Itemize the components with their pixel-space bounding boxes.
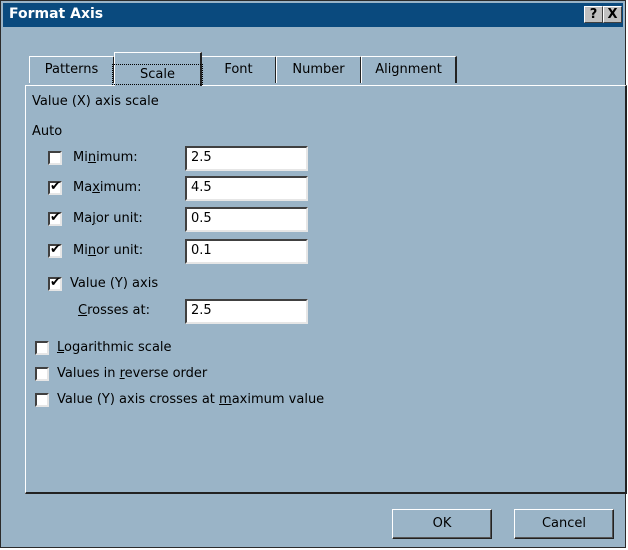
minimum-auto-checkbox[interactable] [48,151,62,165]
max-cross-label: Value (Y) axis crosses at maximum value [57,392,325,407]
title-bar[interactable]: Format Axis ? X [3,3,623,27]
section-heading: Value (X) axis scale [32,94,159,109]
auto-label: Auto [32,124,63,139]
tab-patterns-label: Patterns [44,62,99,77]
help-button[interactable]: ? [584,6,603,23]
tab-alignment-label: Alignment [375,62,442,77]
reverse-order-checkbox[interactable] [35,367,49,381]
tab-font-label: Font [224,62,253,77]
format-axis-dialog: Format Axis ? X Patterns Scale Font Numb… [0,0,627,548]
crosses-auto-checkbox[interactable]: ✔ [48,276,62,291]
minimum-label: Minimum: [73,150,138,165]
major-unit-input[interactable]: 0.5 [185,207,308,232]
maximum-input[interactable]: 4.5 [185,176,308,201]
major-unit-auto-checkbox[interactable]: ✔ [48,211,62,226]
tab-number-label: Number [292,62,345,77]
cancel-button[interactable]: Cancel [514,509,614,539]
window-title: Format Axis [9,6,104,22]
logarithmic-label: Logarithmic scale [57,340,172,355]
tab-scale[interactable]: Scale [112,52,203,86]
crosses-at-input[interactable]: 2.5 [185,299,308,324]
close-button[interactable]: X [603,6,622,23]
major-unit-label: Major unit: [73,211,143,226]
reverse-order-label: Values in reverse order [57,366,208,381]
minimum-input[interactable]: 2.5 [185,146,308,171]
ok-button[interactable]: OK [392,509,492,539]
maximum-label: Maximum: [73,180,142,195]
tab-alignment[interactable]: Alignment [361,56,457,83]
tab-scale-label: Scale [112,64,203,85]
logarithmic-checkbox[interactable] [35,341,49,355]
crosses-axis-label: Value (Y) axis [70,276,159,291]
tab-number[interactable]: Number [276,56,362,83]
crosses-at-label: Crosses at: [78,303,150,318]
tab-patterns[interactable]: Patterns [29,56,115,83]
maximum-auto-checkbox[interactable]: ✔ [48,180,62,195]
minor-unit-auto-checkbox[interactable]: ✔ [48,243,62,258]
max-cross-checkbox[interactable] [35,393,49,407]
tab-font[interactable]: Font [201,56,277,83]
minor-unit-label: Minor unit: [73,243,144,258]
minor-unit-input[interactable]: 0.1 [185,239,308,264]
